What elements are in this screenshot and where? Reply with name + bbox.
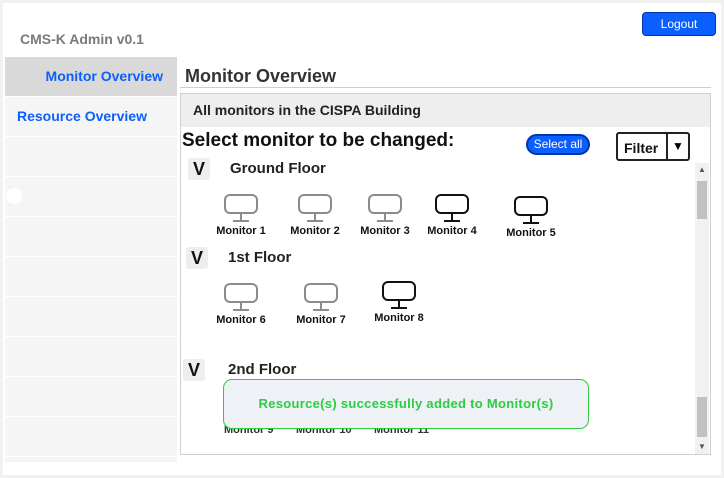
monitor-icon bbox=[298, 194, 332, 222]
sidebar-empty-row bbox=[5, 337, 177, 377]
scroll-up-arrow-icon[interactable]: ▲ bbox=[695, 163, 709, 177]
scrollbar-thumb[interactable] bbox=[697, 397, 707, 437]
floor-label: 1st Floor bbox=[228, 249, 292, 266]
monitor-icon bbox=[224, 194, 258, 222]
logout-button[interactable]: Logout bbox=[642, 12, 716, 36]
monitor-label: Monitor 6 bbox=[216, 314, 266, 326]
sidebar-item-resource-overview[interactable]: Resource Overview bbox=[5, 97, 177, 137]
monitor-icon bbox=[368, 194, 402, 222]
sidebar-empty-row bbox=[5, 417, 177, 457]
select-all-button[interactable]: Select all bbox=[526, 134, 590, 155]
monitor-label: Monitor 2 bbox=[290, 225, 340, 237]
sidebar-empty-row bbox=[5, 217, 177, 257]
sidebar-empty-row bbox=[5, 137, 177, 177]
success-toast: Resource(s) successfully added to Monito… bbox=[223, 379, 589, 429]
monitor-icon bbox=[304, 283, 338, 311]
title-divider bbox=[180, 87, 711, 88]
sidebar-empty-row bbox=[5, 177, 177, 217]
filter-dropdown[interactable]: Filter ▼ bbox=[616, 132, 690, 161]
monitor-label: Monitor 5 bbox=[506, 227, 556, 239]
floor-label: Ground Floor bbox=[230, 160, 326, 177]
monitor-item[interactable]: Monitor 7 bbox=[286, 283, 356, 326]
sidebar-item-monitor-overview[interactable]: Monitor Overview bbox=[5, 57, 177, 97]
monitor-icon bbox=[435, 194, 469, 222]
sidebar-toggle-handle[interactable] bbox=[6, 188, 22, 204]
sidebar-empty-row bbox=[5, 377, 177, 417]
scrollbar-thumb[interactable] bbox=[697, 181, 707, 219]
floor-collapse-toggle[interactable]: V bbox=[188, 158, 210, 180]
floor-collapse-toggle[interactable]: V bbox=[186, 247, 208, 269]
page-title: Monitor Overview bbox=[185, 66, 337, 86]
app-title: CMS-K Admin v0.1 bbox=[20, 31, 144, 47]
monitor-item[interactable]: Monitor 6 bbox=[206, 283, 276, 326]
monitor-label: Monitor 3 bbox=[360, 225, 410, 237]
monitor-label: Monitor 7 bbox=[296, 314, 346, 326]
sidebar-empty-row bbox=[5, 257, 177, 297]
monitor-item[interactable]: Monitor 8 bbox=[364, 281, 434, 324]
monitor-icon bbox=[224, 283, 258, 311]
filter-selected-value: Filter bbox=[624, 140, 659, 156]
monitor-label: Monitor 8 bbox=[374, 312, 424, 324]
floor-label: 2nd Floor bbox=[228, 361, 297, 378]
sidebar: Monitor Overview Resource Overview bbox=[5, 57, 177, 462]
select-heading: Select monitor to be changed: bbox=[182, 130, 455, 151]
dropdown-arrow-icon[interactable]: ▼ bbox=[666, 134, 688, 159]
monitor-item[interactable]: Monitor 1 bbox=[206, 194, 276, 237]
monitor-item[interactable]: Monitor 2 bbox=[280, 194, 350, 237]
monitor-icon bbox=[514, 196, 548, 224]
monitor-label: Monitor 4 bbox=[427, 225, 477, 237]
sidebar-empty-row bbox=[5, 297, 177, 337]
vertical-scrollbar[interactable]: ▲ ▼ bbox=[695, 163, 709, 454]
monitor-item[interactable]: Monitor 3 bbox=[350, 194, 420, 237]
monitor-icon bbox=[382, 281, 416, 309]
monitor-item[interactable]: Monitor 5 bbox=[496, 196, 566, 239]
panel-header: All monitors in the CISPA Building bbox=[181, 94, 710, 127]
monitor-item[interactable]: Monitor 4 bbox=[417, 194, 487, 237]
scroll-down-arrow-icon[interactable]: ▼ bbox=[695, 440, 709, 454]
monitor-label: Monitor 1 bbox=[216, 225, 266, 237]
floor-collapse-toggle[interactable]: V bbox=[183, 359, 205, 381]
